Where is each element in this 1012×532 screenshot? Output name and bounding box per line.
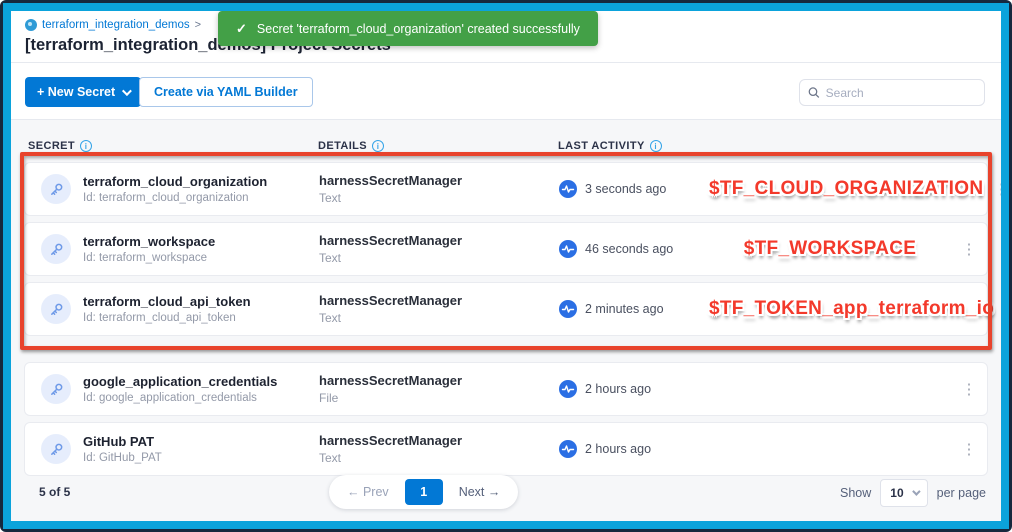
activity-icon bbox=[559, 180, 577, 198]
secret-key-icon bbox=[41, 434, 71, 464]
secrets-table: SECRET i DETAILS i LAST ACTIVITY i bbox=[11, 120, 1001, 521]
kebab-menu-icon[interactable]: ⋮ bbox=[988, 178, 1009, 201]
page-size-select[interactable]: 10 bbox=[880, 479, 927, 507]
last-activity-text: 2 minutes ago bbox=[585, 302, 664, 316]
kebab-menu-icon[interactable]: ⋮ bbox=[956, 238, 983, 261]
secret-key-icon bbox=[41, 294, 71, 324]
secret-manager: harnessSecretManager bbox=[319, 293, 559, 308]
secret-manager: harnessSecretManager bbox=[319, 233, 559, 248]
kebab-menu-icon[interactable]: ⋮ bbox=[956, 378, 983, 401]
secret-id: Id: GitHub_PAT bbox=[83, 452, 162, 464]
search-icon bbox=[808, 86, 820, 99]
app-window: ✓ Secret 'terraform_cloud_organization' … bbox=[3, 3, 1009, 529]
table-header-row: SECRET i DETAILS i LAST ACTIVITY i bbox=[24, 132, 988, 160]
secret-id: Id: terraform_cloud_organization bbox=[83, 192, 267, 204]
info-icon[interactable]: i bbox=[80, 140, 92, 152]
success-toast: ✓ Secret 'terraform_cloud_organization' … bbox=[218, 11, 598, 46]
info-icon[interactable]: i bbox=[650, 140, 662, 152]
breadcrumb-separator: > bbox=[195, 19, 201, 31]
secret-key-icon bbox=[41, 174, 71, 204]
last-activity-text: 2 hours ago bbox=[585, 442, 651, 456]
info-icon[interactable]: i bbox=[372, 140, 384, 152]
last-activity-text: 3 seconds ago bbox=[585, 182, 666, 196]
prev-page-button[interactable]: ← Prev bbox=[335, 481, 401, 503]
last-activity-text: 46 seconds ago bbox=[585, 242, 673, 256]
table-footer: 5 of 5 ← Prev 1 Next → Show 10 per page bbox=[24, 473, 988, 513]
kebab-menu-icon[interactable]: ⋮ bbox=[999, 298, 1009, 321]
secret-type: File bbox=[319, 391, 559, 405]
secret-name: terraform_cloud_api_token bbox=[83, 294, 251, 309]
secret-key-icon bbox=[41, 374, 71, 404]
chevron-down-icon bbox=[122, 86, 132, 96]
new-secret-label: + New Secret bbox=[37, 85, 115, 99]
activity-icon bbox=[559, 440, 577, 458]
secret-manager: harnessSecretManager bbox=[319, 173, 559, 188]
search-input[interactable] bbox=[826, 86, 976, 100]
env-var-annotation: $TF_TOKEN_app_terraform_io bbox=[709, 298, 994, 319]
env-var-annotation: $TF_WORKSPACE bbox=[744, 238, 916, 259]
secret-type: Text bbox=[319, 191, 559, 205]
breadcrumb-project-link[interactable]: terraform_integration_demos bbox=[42, 19, 190, 31]
secret-id: Id: google_application_credentials bbox=[83, 392, 277, 404]
table-row[interactable]: terraform_workspace Id: terraform_worksp… bbox=[24, 222, 988, 276]
secret-type: Text bbox=[319, 311, 559, 325]
secret-name: GitHub PAT bbox=[83, 434, 162, 449]
kebab-menu-icon[interactable]: ⋮ bbox=[956, 438, 983, 461]
next-page-button[interactable]: Next → bbox=[447, 481, 513, 503]
check-icon: ✓ bbox=[236, 21, 247, 37]
activity-icon bbox=[559, 240, 577, 258]
show-label: Show bbox=[840, 486, 871, 500]
activity-icon bbox=[559, 300, 577, 318]
column-header-last-activity: LAST ACTIVITY i bbox=[558, 140, 708, 152]
table-row[interactable]: terraform_cloud_api_token Id: terraform_… bbox=[24, 282, 988, 336]
project-icon bbox=[25, 19, 37, 31]
chevron-down-icon bbox=[912, 487, 920, 495]
table-row[interactable]: google_application_credentials Id: googl… bbox=[24, 362, 988, 416]
activity-icon bbox=[559, 380, 577, 398]
per-page-label: per page bbox=[937, 486, 986, 500]
search-box[interactable] bbox=[799, 79, 985, 106]
yaml-builder-button[interactable]: Create via YAML Builder bbox=[139, 77, 313, 107]
table-row[interactable]: terraform_cloud_organization Id: terrafo… bbox=[24, 162, 988, 216]
secret-manager: harnessSecretManager bbox=[319, 433, 559, 448]
new-secret-button[interactable]: + New Secret bbox=[25, 77, 141, 107]
toast-message: Secret 'terraform_cloud_organization' cr… bbox=[257, 22, 580, 36]
secret-type: Text bbox=[319, 251, 559, 265]
pagination: ← Prev 1 Next → bbox=[329, 475, 518, 509]
secret-name: terraform_workspace bbox=[83, 234, 215, 249]
secret-name: terraform_cloud_organization bbox=[83, 174, 267, 189]
breadcrumb[interactable]: terraform_integration_demos > bbox=[25, 19, 201, 31]
table-row[interactable]: GitHub PAT Id: GitHub_PAT harnessSecretM… bbox=[24, 422, 988, 476]
screenshot-frame: ✓ Secret 'terraform_cloud_organization' … bbox=[0, 0, 1012, 532]
current-page-button[interactable]: 1 bbox=[405, 479, 443, 505]
secret-key-icon bbox=[41, 234, 71, 264]
column-header-details: DETAILS i bbox=[318, 140, 558, 152]
last-activity-text: 2 hours ago bbox=[585, 382, 651, 396]
column-header-secret: SECRET i bbox=[24, 140, 318, 152]
toolbar: + New Secret Create via YAML Builder bbox=[11, 63, 1001, 119]
row-count: 5 of 5 bbox=[39, 485, 70, 499]
env-var-annotation: $TF_CLOUD_ORGANIZATION bbox=[709, 178, 983, 199]
secret-manager: harnessSecretManager bbox=[319, 373, 559, 388]
secret-type: Text bbox=[319, 451, 559, 465]
secret-id: Id: terraform_workspace bbox=[83, 252, 215, 264]
secret-id: Id: terraform_cloud_api_token bbox=[83, 312, 251, 324]
secret-name: google_application_credentials bbox=[83, 374, 277, 389]
